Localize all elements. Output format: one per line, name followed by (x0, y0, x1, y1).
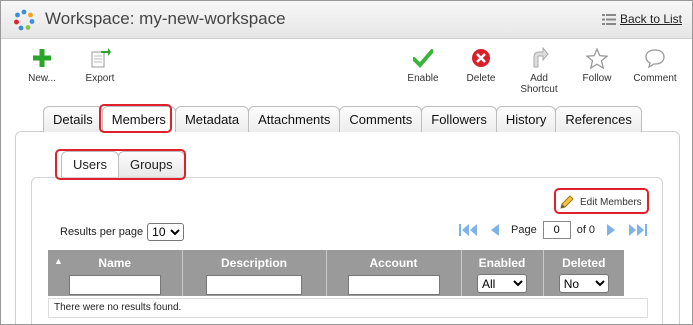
enabled-filter-select[interactable]: All (477, 274, 527, 293)
enable-label: Enable (407, 73, 439, 84)
column-account[interactable]: Account (326, 250, 462, 296)
delete-label: Delete (466, 73, 496, 84)
tab-members[interactable]: Members (101, 106, 176, 132)
follow-label: Follow (582, 73, 612, 84)
list-icon (601, 13, 616, 25)
delete-icon (472, 49, 490, 67)
column-account-label: Account (369, 256, 418, 270)
column-description-label: Description (220, 256, 287, 270)
tab-history[interactable]: History (495, 106, 557, 132)
export-button[interactable]: Export (70, 47, 130, 84)
comment-label: Comment (633, 73, 677, 84)
export-icon (91, 48, 111, 68)
back-to-list-label: Back to List (619, 12, 682, 26)
next-page-icon (607, 224, 616, 236)
results-per-page-select[interactable]: 10 (147, 223, 185, 241)
plus-icon (33, 49, 51, 67)
column-deleted-label: Deleted (562, 256, 606, 270)
account-filter-input[interactable] (347, 275, 440, 295)
follow-button[interactable]: Follow (567, 47, 627, 84)
results-per-page: Results per page 10 (60, 223, 185, 241)
tab-comments[interactable]: Comments (339, 106, 423, 132)
tab-metadata[interactable]: Metadata (174, 106, 250, 132)
back-to-list-link[interactable]: Back to List (601, 12, 682, 26)
add-shortcut-label: Add Shortcut (520, 73, 558, 95)
sort-ascending-icon[interactable]: ▲ (54, 256, 63, 266)
subtab-groups[interactable]: Groups (117, 151, 185, 177)
export-label: Export (85, 73, 115, 84)
page-label: Page (511, 224, 537, 236)
first-page-icon (459, 224, 477, 236)
column-name[interactable]: ▲ Name (48, 250, 183, 296)
next-page-button[interactable] (601, 223, 621, 237)
comment-button[interactable]: Comment (625, 47, 685, 84)
main-tabs: Details Members Metadata Attachments Com… (43, 106, 642, 132)
column-deleted[interactable]: Deleted No (543, 250, 624, 296)
description-filter-input[interactable] (206, 275, 302, 295)
pager: Page of 0 (459, 221, 648, 239)
column-enabled[interactable]: Enabled All (461, 250, 544, 296)
star-icon (586, 47, 608, 69)
page-title: Workspace: my-new-workspace (45, 9, 286, 28)
delete-button[interactable]: Delete (451, 47, 511, 84)
subtab-users[interactable]: Users (61, 151, 119, 177)
shortcut-icon (533, 47, 549, 68)
tab-details[interactable]: Details (43, 106, 103, 132)
members-grid: ▲ Name Description Account Enabled All D… (48, 250, 624, 296)
edit-members-label: Edit Members (580, 196, 642, 208)
deleted-filter-select[interactable]: No (558, 274, 609, 293)
empty-results-message: There were no results found. (48, 298, 648, 318)
name-filter-input[interactable] (68, 275, 161, 295)
enable-button[interactable]: Enable (393, 47, 453, 84)
comment-icon (645, 49, 665, 68)
checkmark-icon (413, 49, 433, 68)
first-page-button[interactable] (459, 223, 479, 237)
tab-references[interactable]: References (555, 106, 642, 132)
column-enabled-label: Enabled (478, 256, 526, 270)
workspace-window: Workspace: my-new-workspace Back to List… (0, 0, 693, 325)
tab-followers[interactable]: Followers (421, 106, 497, 132)
tab-attachments[interactable]: Attachments (248, 106, 341, 132)
workspace-logo-icon (14, 9, 35, 31)
member-subtabs: Users Groups (61, 151, 185, 178)
new-label: New... (28, 73, 56, 84)
column-description[interactable]: Description (182, 250, 327, 296)
column-name-label: Name (98, 256, 132, 270)
add-shortcut-button[interactable]: Add Shortcut (509, 47, 569, 95)
pencil-icon (560, 195, 574, 209)
edit-members-button[interactable]: Edit Members (559, 191, 642, 213)
last-page-icon (629, 224, 648, 236)
grid-header-row: ▲ Name Description Account Enabled All D… (48, 250, 624, 296)
page-number-input[interactable] (542, 221, 571, 239)
prev-page-button[interactable] (485, 223, 505, 237)
results-per-page-label: Results per page (60, 226, 144, 238)
page-of-label: of 0 (576, 224, 596, 236)
last-page-button[interactable] (627, 223, 648, 237)
new-button[interactable]: New... (12, 47, 72, 84)
page-header: Workspace: my-new-workspace Back to List (1, 1, 692, 39)
prev-page-icon (491, 224, 499, 236)
